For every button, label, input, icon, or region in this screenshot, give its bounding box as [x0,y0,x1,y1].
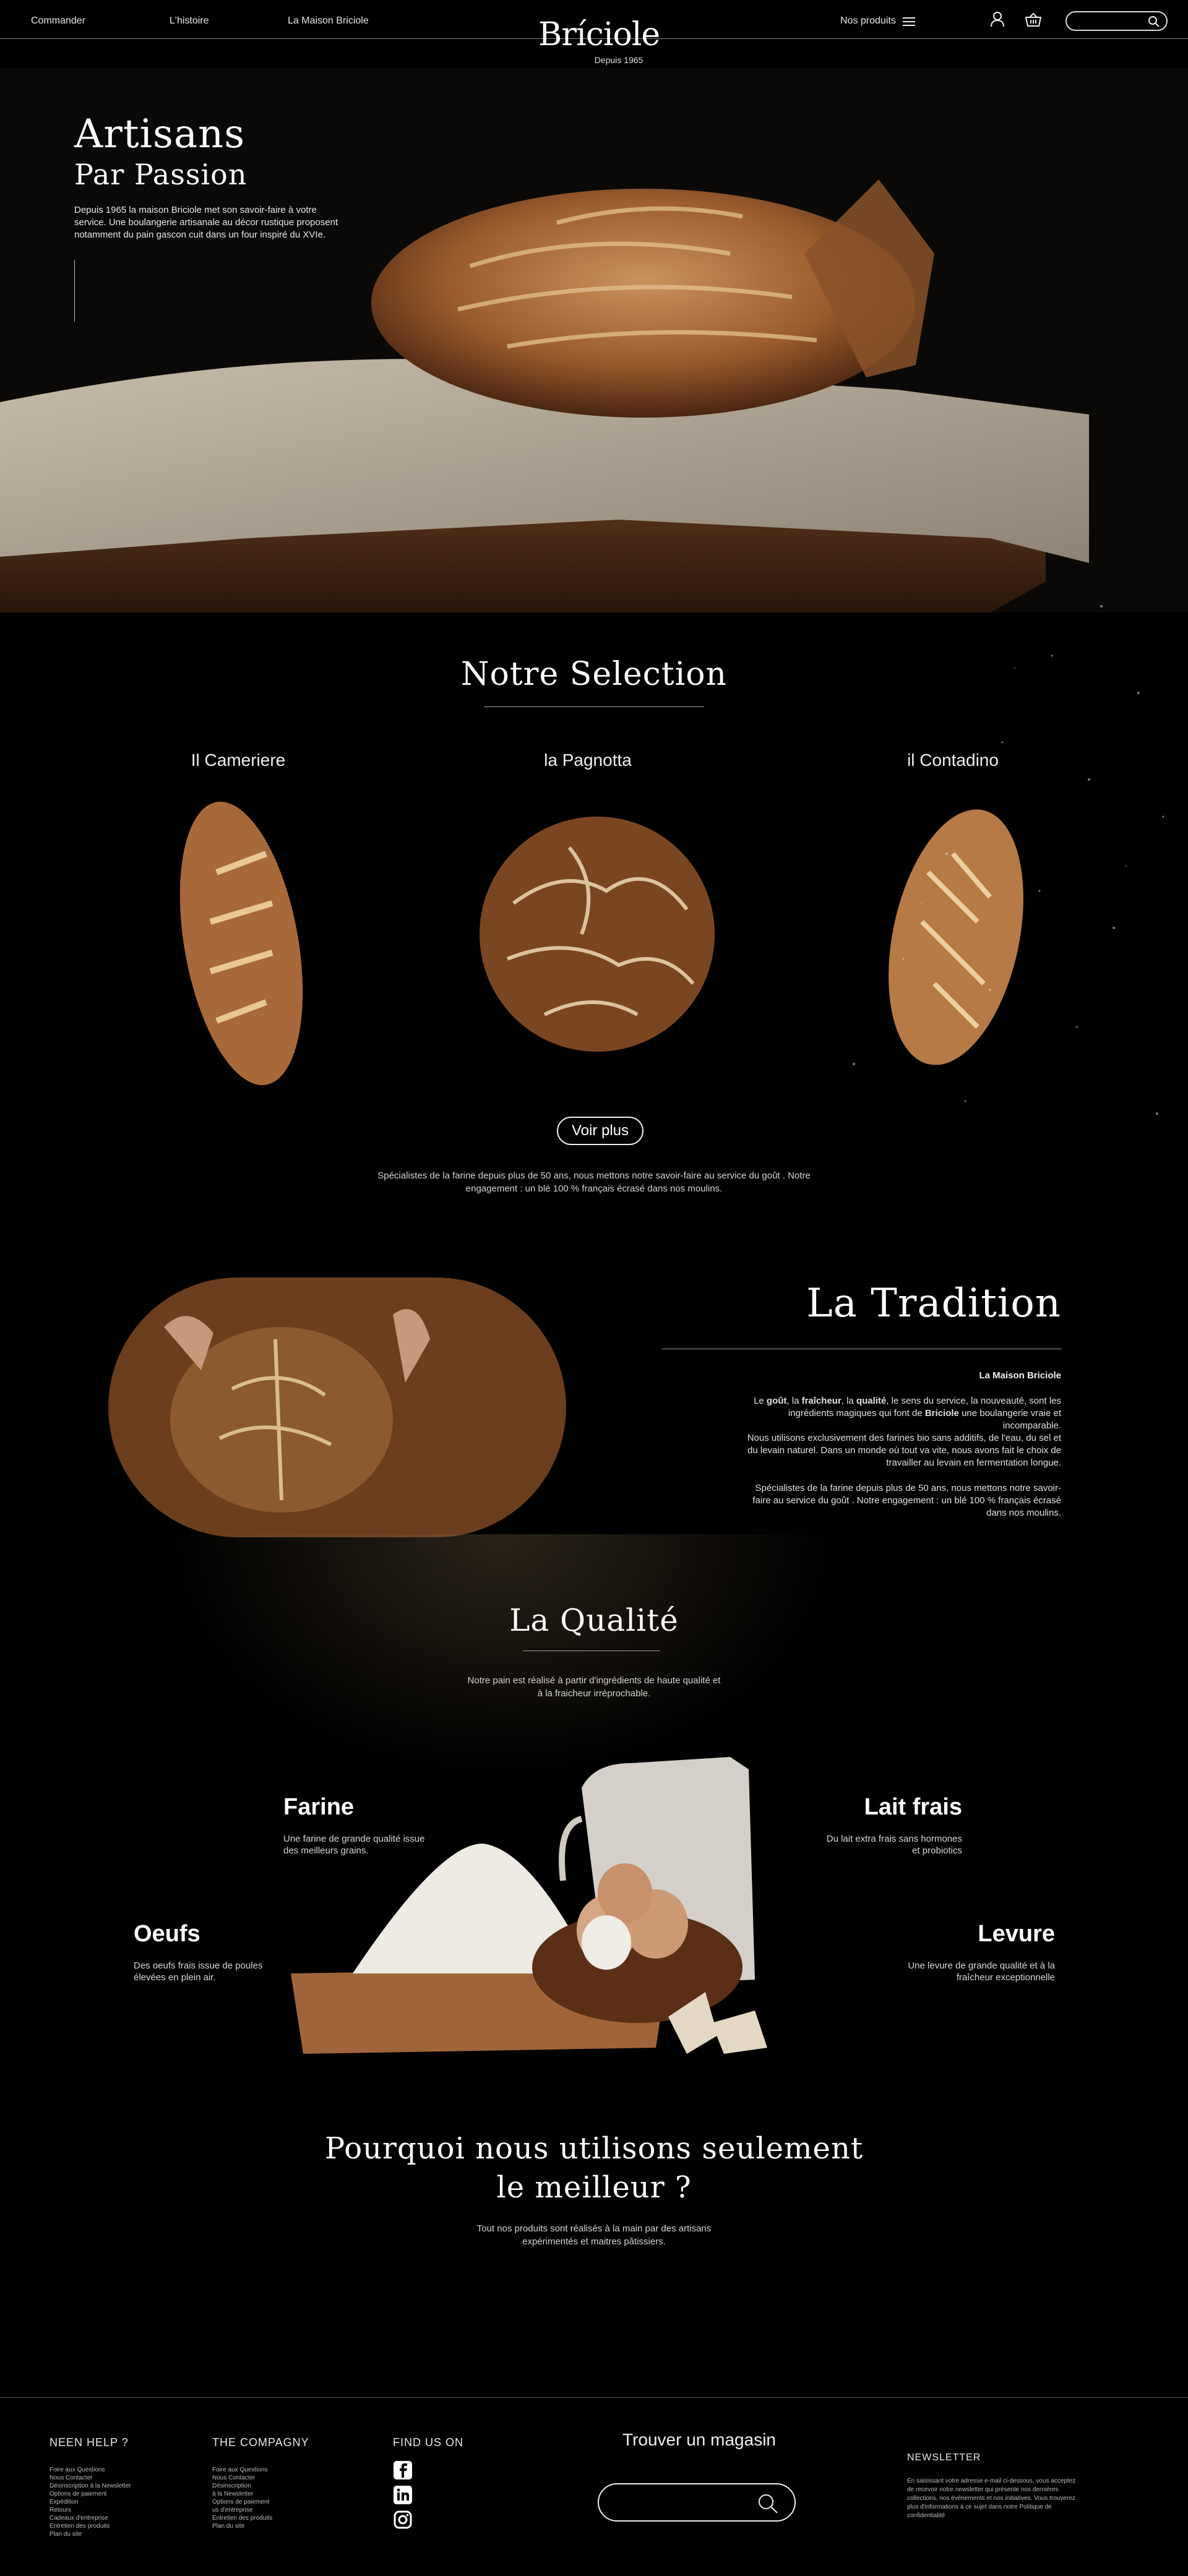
nav-products[interactable]: Nos produits [840,15,896,27]
ingredient-desc-levure: Une levure de grande qualité et à la fra… [908,1960,1055,1983]
ingredient-title-oeufs: Oeufs [134,1921,200,1947]
tradition-title: La Tradition [806,1281,1061,1326]
store-search-input[interactable] [598,2483,796,2522]
basket-icon[interactable] [1025,12,1042,30]
footer-link[interactable]: Nous Contacter [50,2474,131,2482]
nav-commander[interactable]: Commander [31,15,85,27]
footer-newsletter-title: NEWSLETTER [907,2452,981,2463]
hero-title-line2: Par Passion [74,158,248,191]
footer-link[interactable]: Plan du site [212,2522,272,2530]
search-input[interactable] [1065,11,1168,31]
logo[interactable]: Bríciole [538,16,660,53]
footer-link[interactable]: Cadeaux d'entreprise [50,2514,131,2522]
hero-section: Artisans Par Passion Depuis 1965 la mais… [0,68,1188,612]
tradition-paragraph-3: Spécialistes de la farine depuis plus de… [752,1483,1061,1518]
logo-subtitle: Depuis 1965 [594,55,644,65]
bread-name-cameriere: Il Cameriere [191,750,286,770]
flour-dust-decoration [853,605,1164,1115]
footer-link[interactable]: Désinscription [212,2482,272,2490]
footer-link[interactable]: à la Newsletter [212,2490,272,2498]
footer-link[interactable]: Options de paiement [50,2490,131,2498]
header: Commander L'histoire La Maison Briciole … [0,0,1188,68]
footer-link[interactable]: Options de paiement [212,2498,272,2506]
bread-name-pagnotta: la Pagnotta [544,750,632,770]
ingredient-desc-oeufs: Des oeufs frais issue de poules élevées … [134,1960,263,1983]
footer-link[interactable]: Foire aux Questions [212,2466,272,2474]
search-icon[interactable] [757,2493,778,2517]
footer-store-title: Trouver un magasin [622,2430,776,2449]
facebook-icon[interactable] [394,2461,412,2479]
pourquoi-text: Tout nos produits sont réalisés à la mai… [476,2223,712,2247]
linkedin-icon[interactable] [394,2486,412,2504]
selection-text: Spécialistes de la farine depuis plus de… [377,1170,811,1194]
tradition-image [108,1277,566,1537]
footer-company-links: Foire aux Questions Nous Contacter Désin… [212,2466,272,2530]
hero-divider [74,260,75,322]
ingredient-title-farine: Farine [283,1794,355,1820]
nav-maison[interactable]: La Maison Briciole [288,15,369,27]
footer-link[interactable]: Nous Contacter [212,2474,272,2482]
search-icon[interactable] [1148,15,1160,31]
footer-help-title: NEEN HELP ? [50,2436,129,2449]
instagram-icon[interactable] [394,2510,412,2529]
tradition-paragraph-1: Le goût, la fraîcheur, la qualité, le se… [754,1396,1061,1431]
hero-text: Depuis 1965 la maison Briciole met son s… [74,205,338,240]
user-icon[interactable] [990,11,1005,30]
ingredient-title-lait: Lait frais [864,1794,962,1820]
footer: NEEN HELP ? Foire aux Questions Nous Con… [0,2397,1188,2576]
ingredient-desc-farine: Une farine de grande qualité issue des m… [283,1834,425,1856]
footer-link[interactable]: Plan du site [50,2530,131,2538]
qualite-text: Notre pain est réalisé à partir d'ingréd… [467,1675,721,1699]
ingredient-desc-lait: Du lait extra frais sans hormones et pro… [826,1834,962,1856]
footer-link[interactable]: Désinscription à la Newsletter [50,2482,131,2490]
nav-histoire[interactable]: L'histoire [170,15,209,27]
voir-plus-button[interactable]: Voir plus [557,1117,644,1145]
ingredients-image [291,1757,767,2054]
menu-icon[interactable] [902,17,916,30]
footer-link[interactable]: Expédition [50,2498,131,2506]
footer-link[interactable]: Entretien des produits [50,2522,131,2530]
footer-link[interactable]: Retours [50,2506,131,2514]
pourquoi-title-line1: Pourquoi nous utilisons seulement [324,2131,864,2166]
qualite-title: La Qualité [509,1602,679,1638]
footer-newsletter-text: En saisissant votre adresse e-mail ci-de… [907,2478,1076,2519]
footer-company-title: THE COMPAGNY [212,2436,309,2449]
pourquoi-title-line2: le meilleur ? [496,2170,692,2205]
footer-link[interactable]: us d'entreprise [212,2506,272,2514]
tradition-paragraph-2: Nous utilisons exclusivement des farines… [747,1433,1061,1468]
hero-title-line1: Artisans [74,111,246,157]
footer-help-links: Foire aux Questions Nous Contacter Désin… [50,2466,131,2538]
ingredient-title-levure: Levure [978,1921,1055,1947]
footer-link[interactable]: Foire aux Questions [50,2466,131,2474]
bread-image-cameriere[interactable] [173,798,309,1089]
tradition-subtitle: La Maison Briciole [979,1370,1061,1381]
footer-link[interactable]: Entretien des produits [212,2514,272,2522]
footer-find-title: FIND US ON [393,2436,464,2449]
